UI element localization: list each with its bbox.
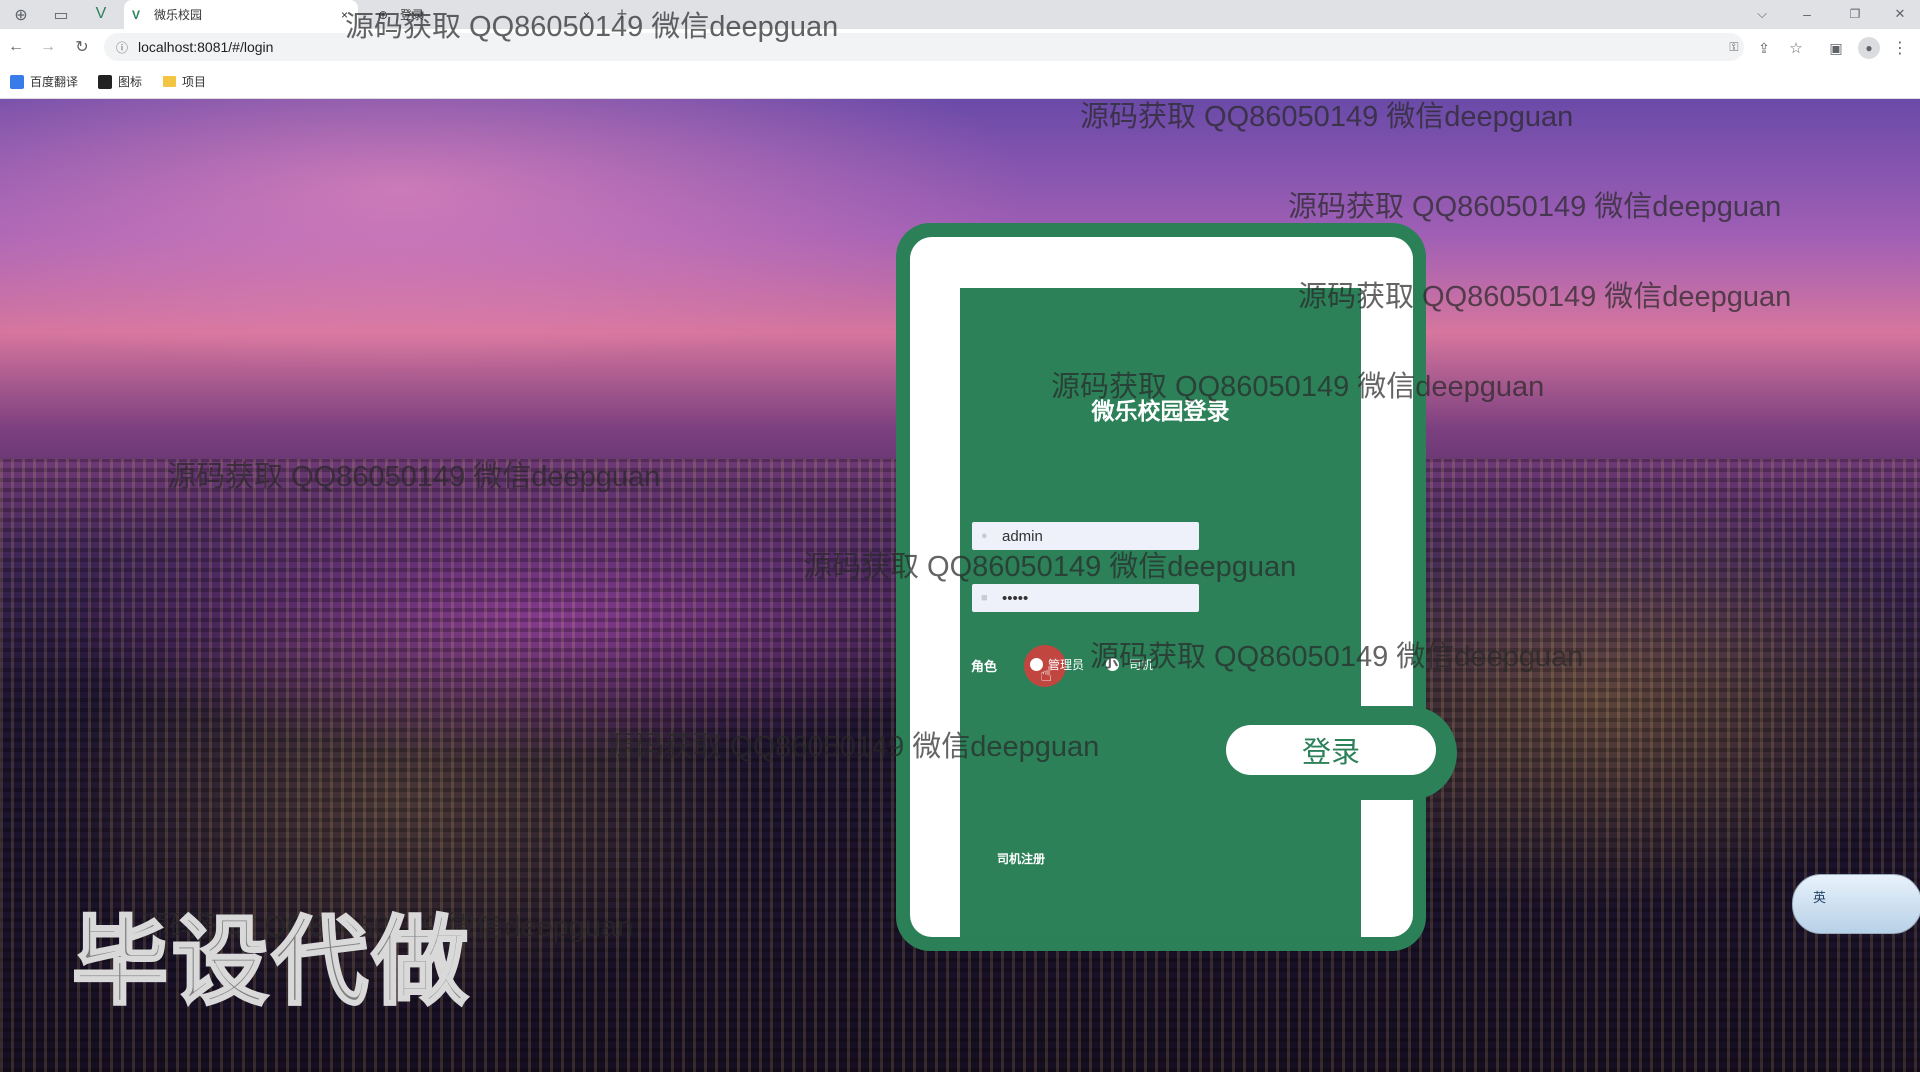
back-icon[interactable]: ←	[6, 38, 26, 56]
tab-title: 微乐校园	[154, 8, 203, 22]
key-icon[interactable]: ⚿	[1726, 39, 1742, 55]
login-button[interactable]: 登录	[1226, 725, 1436, 775]
translate-icon	[10, 74, 24, 89]
watermark-text: 源码获取 QQ86050149 微信deepguan	[1080, 101, 1574, 133]
star-icon[interactable]: ☆	[1786, 38, 1806, 58]
url-text[interactable]: localhost:8081/#/login	[138, 39, 273, 55]
tab-group-icon[interactable]: ▭	[50, 6, 72, 24]
user-icon: ●	[981, 530, 988, 542]
menu-icon[interactable]: ⋮	[1892, 38, 1908, 58]
bookmark-label: 项目	[182, 75, 207, 89]
info-icon[interactable]: ⓘ	[114, 39, 130, 55]
vue-favicon-icon: V	[132, 7, 141, 22]
lock-icon: ■	[981, 592, 988, 604]
tab-bar: ⊕ ▭ V V 微乐校园 × ⊕ 登录 × + ⌵ – ❐ ✕	[0, 0, 1920, 29]
watermark-text: 源码获取 QQ86050149 微信deepguan	[606, 731, 1100, 763]
driver-register-link[interactable]: 司机注册	[997, 850, 1045, 867]
mouse-pointer-icon: ☝	[1040, 664, 1053, 686]
password-input[interactable]: ■ •••••	[972, 584, 1199, 612]
watermark-text: 源码获取 QQ86050149 微信deepguan	[167, 461, 661, 493]
watermark-text: 源码获取 QQ86050149 微信deepguan	[345, 11, 839, 43]
profile-icon[interactable]: ●	[1858, 37, 1880, 59]
forward-icon[interactable]: →	[38, 38, 58, 56]
restore-button[interactable]: ❐	[1845, 4, 1865, 24]
username-value: admin	[1002, 527, 1043, 545]
role-label: 角色	[971, 659, 998, 674]
role-option-admin[interactable]: 管理员	[1048, 656, 1084, 673]
watermark-text: 源码获取 QQ86050149 微信deepguan	[1090, 641, 1584, 673]
folder-icon	[163, 76, 176, 87]
bookmark-label: 图标	[118, 75, 143, 89]
image-icon	[98, 74, 112, 89]
close-window-button[interactable]: ✕	[1890, 4, 1910, 24]
bookmark-project[interactable]: 项目	[163, 73, 206, 90]
globe-icon[interactable]: ⊕	[12, 6, 30, 24]
promo-overlay-text: 毕设代做	[71, 908, 472, 1018]
watermark-text: 源码获取 QQ86050149 微信deepguan	[1288, 191, 1782, 223]
bookmark-icons[interactable]: 图标	[98, 73, 142, 90]
watermark-text: 源码获取 QQ86050149 微信deepguan	[803, 551, 1297, 583]
tab-weile[interactable]: V 微乐校园 ×	[124, 0, 358, 29]
minimize-button[interactable]: –	[1797, 4, 1817, 24]
reload-icon[interactable]: ↻	[72, 38, 92, 56]
watermark-text: 源码获取 QQ86050149 微信deepguan	[1051, 371, 1545, 403]
share-icon[interactable]: ⇪	[1754, 38, 1774, 58]
bookmarks-bar: 百度翻译 图标 项目	[0, 65, 1920, 99]
bookmark-baidu[interactable]: 百度翻译	[10, 73, 78, 90]
bookmark-label: 百度翻译	[30, 75, 79, 89]
ime-label: 英	[1813, 890, 1827, 905]
password-value: •••••	[1002, 589, 1029, 607]
watermark-text: 源码获取 QQ86050149 微信deepguan	[1298, 281, 1792, 313]
tab-search-icon[interactable]: ⌵	[1752, 4, 1772, 24]
ime-indicator[interactable]: 英	[1792, 874, 1920, 934]
vue-icon: V	[95, 5, 107, 22]
sidebar-icon[interactable]: ▣	[1826, 38, 1846, 58]
